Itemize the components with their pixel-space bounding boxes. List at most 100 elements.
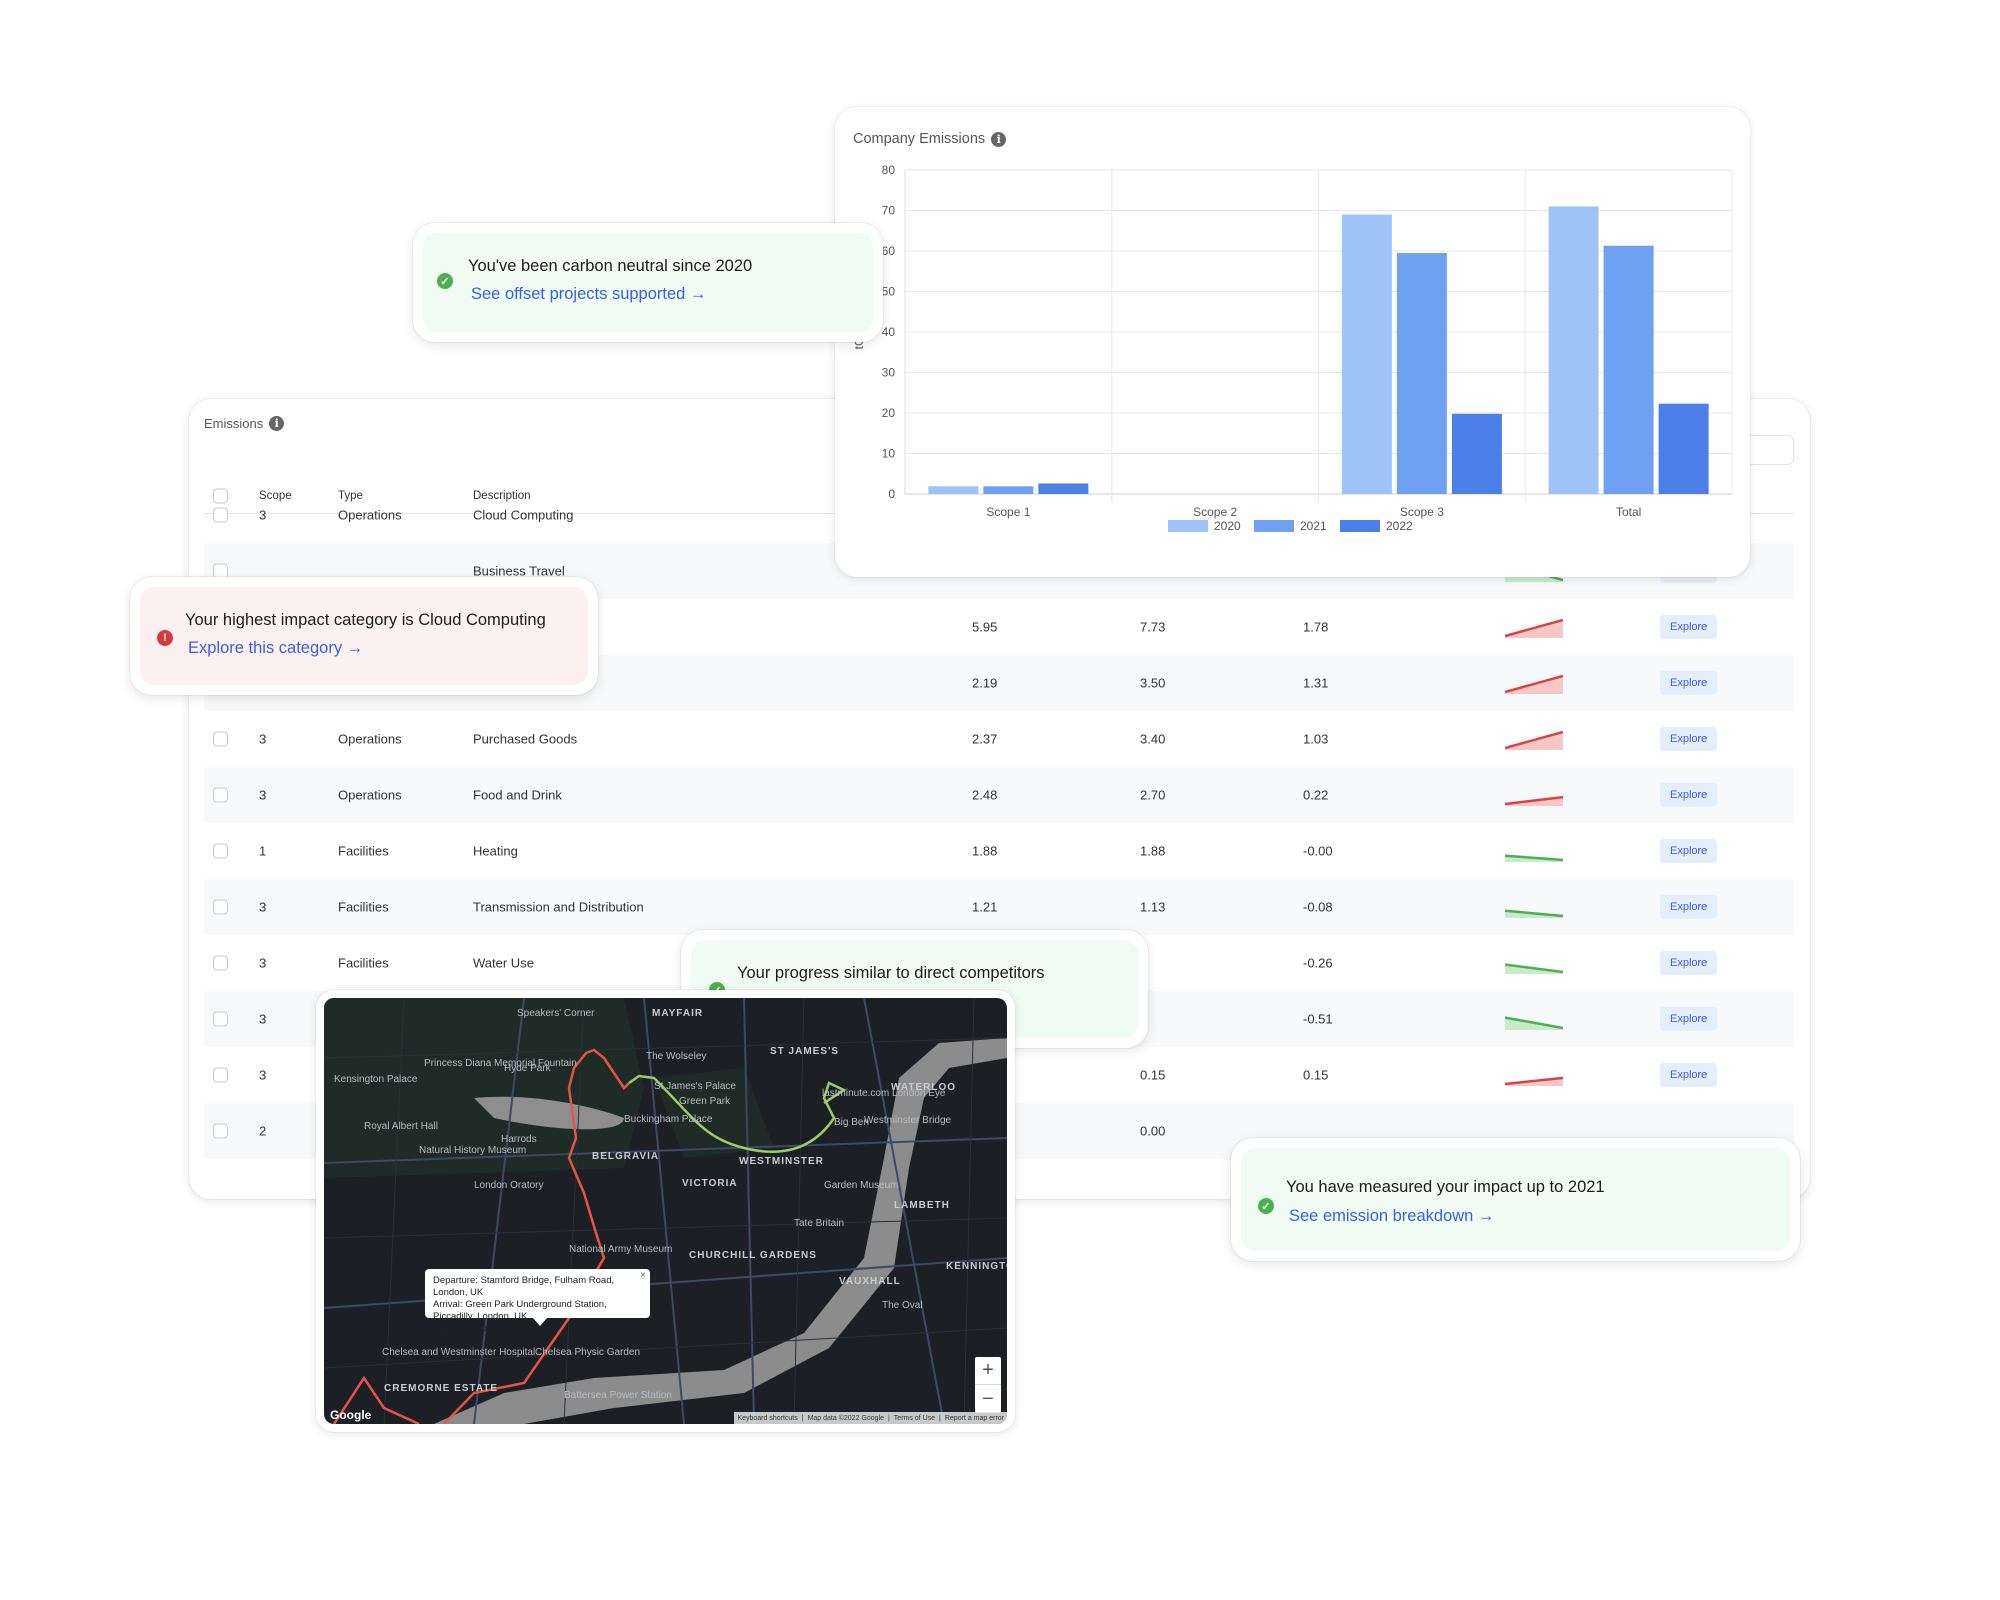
row-checkbox[interactable] [213, 955, 228, 971]
map-label: CHURCHILL GARDENS [689, 1250, 817, 1261]
cell-change: -0.08 [1303, 899, 1333, 915]
explore-category-link[interactable]: Explore this category → [188, 639, 363, 658]
trend-down-icon [1504, 854, 1564, 862]
bar[interactable] [1658, 403, 1709, 494]
bar[interactable] [1451, 413, 1502, 494]
map-label: KENNINGTON [946, 1261, 1007, 1272]
row-checkbox[interactable] [213, 731, 228, 747]
bar[interactable] [1038, 483, 1089, 494]
explore-button[interactable]: Explore [1660, 895, 1718, 919]
bar[interactable] [1341, 214, 1392, 495]
trend-up-icon [1504, 618, 1564, 638]
trend-up-icon [1504, 730, 1564, 750]
map-label: Harrods [501, 1134, 537, 1145]
cell-change: 1.03 [1303, 731, 1329, 747]
map-label: National Army Museum [569, 1244, 673, 1255]
cell-2020: 2.48 [972, 787, 998, 803]
bar[interactable] [928, 486, 979, 494]
row-checkbox[interactable] [213, 507, 228, 523]
bar-chart: 01020304050607080tCO2eScope 1Scope 2Scop… [852, 163, 1733, 533]
row-checkbox[interactable] [213, 1011, 228, 1027]
cell-2020: 5.95 [972, 619, 998, 635]
y-tick-label: 10 [882, 447, 896, 461]
x-tick-label: Scope 2 [1193, 505, 1237, 519]
popup-arrival: Arrival: Green Park Underground Station,… [433, 1298, 607, 1322]
explore-button[interactable]: Explore [1660, 839, 1718, 863]
cell-2021: 3.40 [1140, 731, 1166, 747]
report-map-error-link[interactable]: Report a map error [945, 1415, 1004, 1422]
cell-type: Facilities [338, 955, 389, 971]
zoom-in-button[interactable]: + [975, 1357, 1001, 1385]
callout-message: You've been carbon neutral since 2020 [468, 257, 753, 275]
google-logo: Google [330, 1408, 372, 1422]
cell-2021: 0.15 [1140, 1067, 1166, 1083]
zoom-out-button[interactable]: − [975, 1385, 1001, 1413]
bar[interactable] [1396, 253, 1447, 494]
row-checkbox[interactable] [213, 1067, 228, 1083]
map-label: Speakers' Corner [517, 1008, 595, 1019]
cell-change: 0.22 [1303, 787, 1329, 803]
map-label: Hyde Park [504, 1063, 551, 1074]
legend-label: 2022 [1386, 519, 1413, 533]
explore-button[interactable]: Explore [1660, 727, 1718, 751]
bar[interactable] [1548, 206, 1599, 494]
table-row[interactable]: 1 Facilities Heating 1.88 1.88 -0.00 Explore [204, 823, 1794, 879]
cell-scope: 3 [259, 899, 267, 915]
terms-of-use-link[interactable]: Terms of Use [894, 1415, 935, 1422]
see-emission-breakdown-link[interactable]: See emission breakdown → [1289, 1207, 1494, 1226]
cell-description: Heating [473, 843, 518, 859]
trend-up-icon [1504, 795, 1564, 806]
explore-button[interactable]: Explore [1660, 1063, 1718, 1087]
cell-type: Operations [338, 787, 402, 803]
y-tick-label: 60 [882, 244, 896, 258]
keyboard-shortcuts-link[interactable]: Keyboard shortcuts [737, 1415, 797, 1422]
map-label: BELGRAVIA [592, 1151, 660, 1162]
row-checkbox[interactable] [213, 899, 228, 915]
cell-2021: 1.13 [1140, 899, 1166, 915]
cell-2021: 3.50 [1140, 675, 1166, 691]
map-label: Garden Museum [824, 1180, 899, 1191]
legend-swatch [1168, 520, 1208, 532]
callout-message: Your progress similar to direct competit… [737, 964, 1045, 982]
cell-scope: 2 [259, 1123, 267, 1139]
explore-button[interactable]: Explore [1660, 951, 1718, 975]
see-offset-projects-link[interactable]: See offset projects supported → [471, 285, 706, 304]
cell-2021: 1.88 [1140, 843, 1166, 859]
company-emissions-chart-card: Company Emissions i 01020304050607080tCO… [835, 107, 1750, 577]
row-checkbox[interactable] [213, 787, 228, 803]
explore-button[interactable]: Explore [1660, 615, 1718, 639]
bar[interactable] [1603, 245, 1654, 494]
commute-map[interactable]: Speakers' Corner MAYFAIR Princess Diana Me… [324, 998, 1007, 1424]
x-tick-label: Scope 3 [1400, 505, 1444, 519]
legend-label: 2020 [1214, 519, 1241, 533]
explore-button[interactable]: Explore [1660, 1007, 1718, 1031]
trend-sparkline [1504, 896, 1564, 918]
map-label: St James's Palace [654, 1081, 736, 1092]
map-label: Tate Britain [794, 1218, 845, 1229]
carbon-neutral-callout: ✓ You've been carbon neutral since 2020 … [413, 223, 883, 342]
map-label: Battersea Power Station [564, 1390, 672, 1401]
row-checkbox[interactable] [213, 1123, 228, 1139]
cell-type: Facilities [338, 843, 389, 859]
bar[interactable] [983, 486, 1034, 494]
map-data-text: Map data ©2022 Google [807, 1414, 884, 1422]
cell-scope: 3 [259, 787, 267, 803]
cell-2021: 2.70 [1140, 787, 1166, 803]
map-label: Westminster Bridge [864, 1115, 952, 1126]
row-checkbox[interactable] [213, 843, 228, 859]
table-row[interactable]: 3 Operations Food and Drink 2.48 2.70 0.22 Ex… [204, 767, 1794, 823]
table-row[interactable]: 3 Facilities Transmission and Distribution… [204, 879, 1794, 935]
cell-type: Operations [338, 731, 402, 747]
y-tick-label: 30 [882, 366, 896, 380]
cell-change: -0.00 [1303, 843, 1333, 859]
trend-sparkline [1504, 728, 1564, 750]
cell-description: Cloud Computing [473, 507, 574, 523]
emissions-title-text: Emissions [204, 416, 264, 431]
explore-button[interactable]: Explore [1660, 671, 1718, 695]
emissions-title: Emissions i [204, 416, 285, 431]
close-icon[interactable]: × [640, 1270, 646, 1283]
table-row[interactable]: 3 Operations Purchased Goods 2.37 3.40 1.03 E… [204, 711, 1794, 767]
info-icon[interactable]: i [269, 416, 285, 431]
popup-type: Type: Car commute [433, 1322, 516, 1334]
explore-button[interactable]: Explore [1660, 783, 1718, 807]
